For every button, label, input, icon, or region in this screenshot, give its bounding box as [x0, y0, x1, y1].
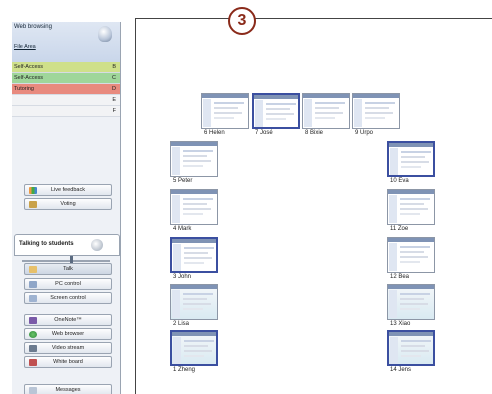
student-thumbnail[interactable] — [387, 284, 435, 320]
web-browser-button[interactable]: Web browser — [24, 328, 112, 340]
student-name-label: 10 Eva — [390, 178, 409, 184]
classroom-area-top-border — [135, 18, 492, 19]
student-thumbnail[interactable] — [170, 284, 218, 320]
classroom-area-left-border — [135, 18, 136, 394]
student-name-label: 13 Xiao — [390, 321, 411, 327]
speaker-icon — [91, 239, 103, 251]
group-row-b[interactable]: Self-Access B — [12, 62, 120, 73]
teacher-control-panel: Web browsing File Area Self-Access B Sel… — [12, 22, 121, 394]
group-row-c[interactable]: Self-Access C — [12, 73, 120, 84]
student-name-label: 2 Lisa — [173, 321, 190, 327]
student-thumbnail[interactable] — [170, 330, 218, 366]
student-thumbnail[interactable] — [387, 189, 435, 225]
student-thumbnail[interactable] — [170, 189, 218, 225]
volume-slider-track[interactable] — [22, 260, 110, 262]
group-label: Self-Access — [14, 75, 44, 81]
white-board-button[interactable]: White board — [24, 356, 112, 368]
student-thumbnail[interactable] — [387, 141, 435, 177]
group-row-d[interactable]: Tutoring D — [12, 84, 120, 95]
step-number-badge: 3 — [228, 7, 256, 35]
group-key: B — [112, 64, 116, 70]
screen-control-button[interactable]: Screen control — [24, 292, 112, 304]
video-stream-button[interactable]: Video stream — [24, 342, 112, 354]
student-name-label: 14 Jens — [390, 367, 412, 373]
voting-button[interactable]: Voting — [24, 198, 112, 210]
student-name-label: 5 Peter — [173, 178, 193, 184]
student-thumbnail[interactable] — [170, 141, 218, 177]
group-key: D — [112, 86, 116, 92]
group-key: F — [112, 108, 116, 114]
live-feedback-button[interactable]: Live feedback — [24, 184, 112, 196]
talk-button[interactable]: Talk — [24, 263, 112, 275]
student-thumbnail[interactable] — [201, 93, 249, 129]
messages-button[interactable]: Messages — [24, 384, 112, 394]
pc-control-button[interactable]: PC control — [24, 278, 112, 290]
student-name-label: 11 Zoe — [390, 226, 409, 232]
student-name-label: 9 Urpo — [355, 130, 374, 136]
student-thumbnail[interactable] — [387, 330, 435, 366]
student-thumbnail[interactable] — [352, 93, 400, 129]
student-thumbnail[interactable] — [302, 93, 350, 129]
activity-title: Web browsing — [14, 24, 52, 30]
student-name-label: 12 Bea — [390, 274, 410, 280]
student-thumbnail[interactable] — [387, 237, 435, 273]
group-row-f[interactable]: F — [12, 106, 120, 117]
student-thumbnail[interactable] — [170, 237, 218, 273]
group-row-e[interactable]: E — [12, 95, 120, 106]
onenote-button[interactable]: OneNote™ — [24, 314, 112, 326]
panel-header: Web browsing File Area — [12, 22, 120, 62]
group-label: Self-Access — [14, 64, 44, 70]
group-key: C — [112, 75, 116, 81]
student-name-label: 4 Mark — [173, 226, 192, 232]
student-name-label: 1 Zheng — [173, 367, 196, 373]
file-area-link[interactable]: File Area — [14, 44, 36, 50]
student-name-label: 3 John — [173, 274, 192, 280]
student-thumbnail[interactable] — [252, 93, 300, 129]
group-key: E — [112, 97, 116, 103]
talking-to-students-header[interactable]: Talking to students — [14, 234, 120, 256]
group-label: Tutoring — [14, 86, 34, 92]
globe-icon[interactable] — [98, 26, 112, 42]
